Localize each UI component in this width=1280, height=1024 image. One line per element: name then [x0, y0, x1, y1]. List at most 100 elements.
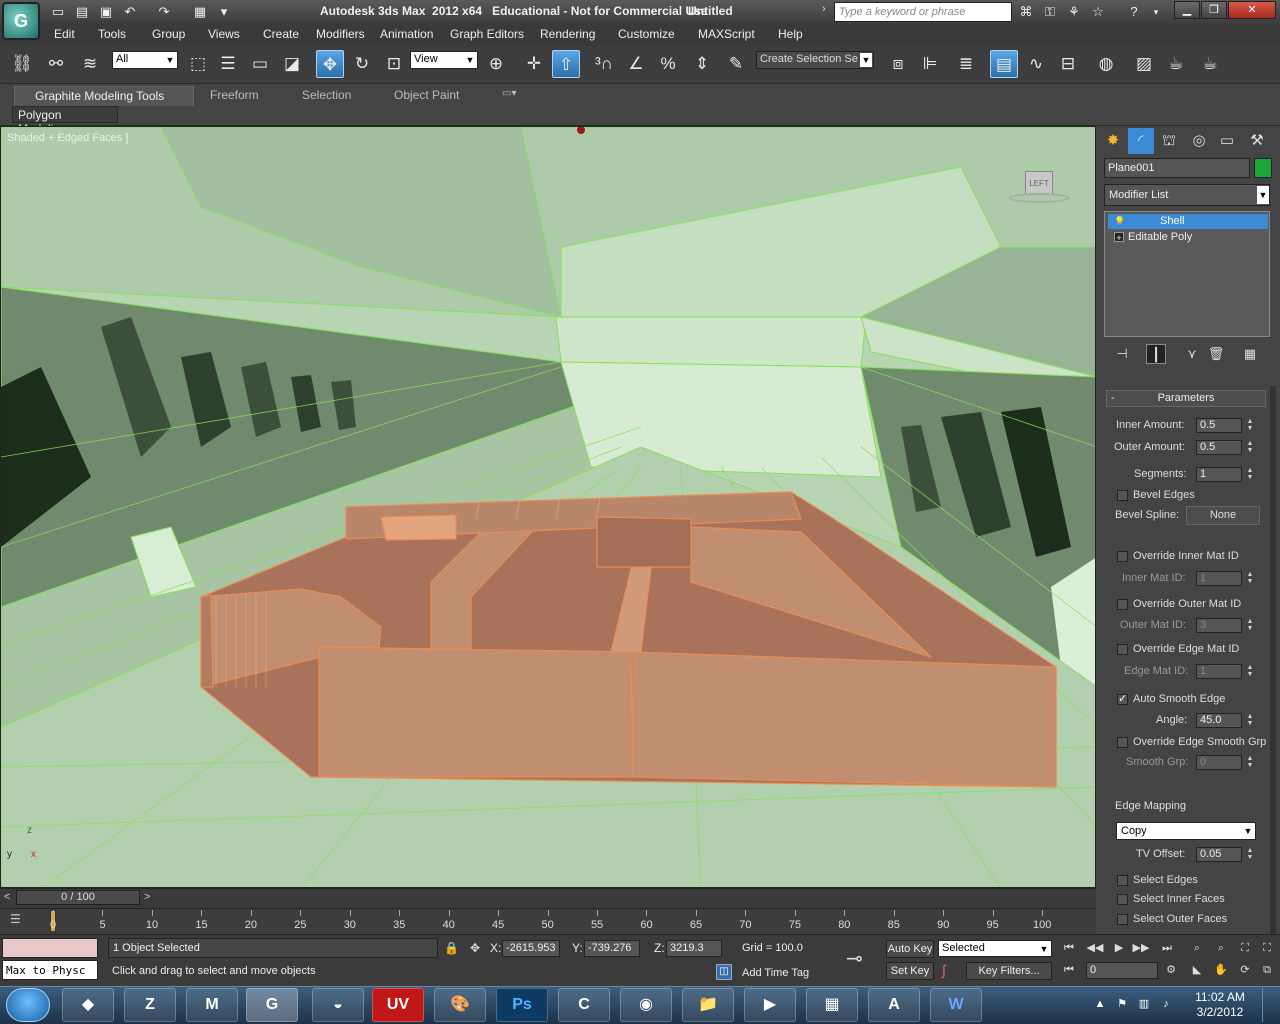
rectangular-selection-icon[interactable]: ▭	[246, 50, 274, 78]
configure-modifier-sets-icon[interactable]: ▦	[1240, 344, 1260, 364]
taskbar-maya[interactable]: M	[186, 988, 238, 1022]
tray-expand-icon[interactable]: ▲	[1092, 996, 1108, 1012]
orbit-icon[interactable]: ⟳	[1236, 962, 1254, 978]
auto-key-button[interactable]: Auto Key	[886, 940, 934, 958]
minimize-button[interactable]: ▁	[1174, 1, 1200, 19]
z-coordinate-field[interactable]: 3219.3	[666, 940, 722, 957]
application-button[interactable]: G	[2, 2, 40, 40]
named-selection-set-dropdown[interactable]: Create Selection Se ▼	[756, 51, 874, 69]
open-file-icon[interactable]: ▤	[72, 3, 92, 21]
spinner-arrows-icon[interactable]: ▲ ▼	[1245, 440, 1255, 455]
taskbar-player[interactable]: ▶	[744, 988, 796, 1022]
display-tab-icon[interactable]: ▭	[1214, 128, 1240, 154]
object-color-swatch[interactable]	[1254, 158, 1272, 178]
taskbar-zbrush[interactable]: Z	[124, 988, 176, 1022]
select-and-move-icon[interactable]: ✥	[316, 50, 344, 78]
modifier-list-dropdown[interactable]: Modifier List	[1104, 184, 1270, 206]
spinner-arrows-icon[interactable]: ▲ ▼	[1245, 571, 1255, 586]
outer-amount-spinner[interactable]: 0.5	[1196, 440, 1242, 455]
zoom-extents-all-icon[interactable]: ⛶	[1258, 940, 1276, 956]
angle-snap-icon[interactable]: ∠	[622, 50, 650, 78]
network-icon[interactable]: ▥	[1136, 996, 1152, 1012]
project-folder-icon[interactable]: ▦	[190, 3, 210, 21]
spinner-arrows-icon[interactable]: ▲ ▼	[1245, 418, 1255, 433]
taskbar-photoshop[interactable]: Ps	[496, 988, 548, 1022]
volume-icon[interactable]: ♪	[1158, 996, 1174, 1012]
select-edges-checkbox[interactable]	[1117, 875, 1128, 886]
taskbar-camtasia[interactable]: C	[558, 988, 610, 1022]
key-mode-toggle-icon[interactable]: ⏮	[1060, 962, 1078, 978]
percent-snap-icon[interactable]: %	[654, 50, 682, 78]
menu-modifiers[interactable]: Modifiers	[316, 27, 365, 41]
taskbar-word[interactable]: W	[930, 988, 982, 1022]
layer-manager-icon[interactable]: ≣	[952, 50, 980, 78]
add-time-tag[interactable]: Add Time Tag	[742, 967, 809, 979]
override-edge-smooth-checkbox[interactable]	[1117, 737, 1128, 748]
angle-spinner[interactable]: 45.0	[1196, 713, 1242, 728]
time-slider[interactable]	[0, 888, 1096, 908]
taskbar-wordpad[interactable]: A	[868, 988, 920, 1022]
select-and-rotate-icon[interactable]: ↻	[348, 50, 376, 78]
smooth-grp-spinner[interactable]: 0	[1196, 755, 1242, 770]
select-by-name-icon[interactable]: ☰	[214, 50, 242, 78]
default-in-out-tangent-icon[interactable]: ∫	[942, 962, 946, 978]
x-coordinate-field[interactable]: -2615.953	[502, 940, 560, 957]
key-filters-button[interactable]: Key Filters...	[966, 962, 1052, 980]
menu-help[interactable]: Help	[778, 27, 803, 41]
chevron-down-icon[interactable]: ▼	[1257, 186, 1269, 204]
edge-mapping-dropdown[interactable]: Copy ▼	[1116, 822, 1256, 840]
undo-icon[interactable]: ↶	[120, 3, 140, 21]
menu-graph-editors[interactable]: Graph Editors	[450, 27, 524, 41]
select-and-manipulate-icon[interactable]: ✛	[520, 50, 548, 78]
menu-group[interactable]: Group	[152, 27, 185, 41]
window-crossing-icon[interactable]: ◪	[278, 50, 306, 78]
inner-mat-spinner[interactable]: 1	[1196, 571, 1242, 586]
object-name-field[interactable]: Plane001	[1104, 158, 1250, 178]
tab-object-paint[interactable]: Object Paint	[394, 88, 459, 105]
polygon-modeling-panel[interactable]: Polygon Modeling	[12, 106, 118, 136]
segments-spinner[interactable]: 1	[1196, 467, 1242, 482]
field-of-view-icon[interactable]: ◣	[1188, 962, 1206, 978]
expand-icon[interactable]: +	[1114, 232, 1124, 243]
modifier-stack[interactable]: 💡 Shell + Editable Poly	[1104, 211, 1270, 337]
select-and-link-icon[interactable]: ⛓	[8, 50, 36, 78]
selection-filter-dropdown[interactable]: All ▼	[112, 51, 178, 69]
show-desktop-button[interactable]	[1262, 988, 1278, 1022]
pin-stack-icon[interactable]: ⊣	[1112, 344, 1132, 364]
keyboard-shortcut-override-icon[interactable]: ⇧	[552, 50, 580, 78]
mirror-icon[interactable]: ⧈	[884, 50, 912, 78]
viewcube[interactable]: LEFT	[1009, 167, 1069, 207]
taskbar-explorer[interactable]: 📁	[682, 988, 734, 1022]
current-frame-field[interactable]: 0	[1086, 962, 1158, 979]
unlink-selection-icon[interactable]: ⚯	[42, 50, 70, 78]
rendered-frame-window-icon[interactable]: ☕	[1162, 50, 1190, 78]
make-unique-icon[interactable]: ⋎	[1182, 344, 1202, 364]
redo-icon[interactable]: ↷	[154, 3, 174, 21]
bind-to-space-warp-icon[interactable]: ≋	[76, 50, 104, 78]
communication-center-icon[interactable]: ⚘	[1064, 3, 1084, 21]
maxscript-mini-listener-output[interactable]	[2, 938, 98, 958]
spinner-arrows-icon[interactable]: ▲ ▼	[1245, 755, 1255, 770]
outer-mat-spinner[interactable]: 3	[1196, 618, 1242, 633]
new-file-icon[interactable]: ▭	[48, 3, 68, 21]
zoom-extents-icon[interactable]: ⛶	[1236, 940, 1254, 956]
set-key-icon[interactable]: ⊸	[846, 946, 863, 971]
maxscript-mini-listener-input[interactable]: Max to Physc	[2, 960, 98, 980]
graphite-toggle-icon[interactable]: ▤	[990, 50, 1018, 78]
select-object-icon[interactable]: ⬚	[184, 50, 212, 78]
ribbon-options-icon[interactable]: ▭▾	[502, 88, 526, 105]
show-end-result-icon[interactable]: ┃	[1146, 344, 1166, 364]
save-file-icon[interactable]: ▣	[96, 3, 116, 21]
quick-access-dropdown-icon[interactable]: ▾	[214, 3, 234, 21]
subscription-icon[interactable]: ⚿	[1040, 3, 1060, 21]
menu-views[interactable]: Views	[208, 27, 240, 41]
override-edge-mat-checkbox[interactable]	[1117, 644, 1128, 655]
create-tab-icon[interactable]: ✸	[1100, 128, 1126, 154]
parameters-rollout-header[interactable]: - Parameters	[1106, 390, 1266, 407]
search-expand-icon[interactable]: ›	[822, 3, 826, 15]
render-production-icon[interactable]: ☕	[1196, 50, 1224, 78]
utilities-tab-icon[interactable]: ⚒	[1244, 128, 1270, 154]
menu-edit[interactable]: Edit	[54, 27, 75, 41]
lock-selection-icon[interactable]: 🔒	[444, 941, 459, 955]
motion-tab-icon[interactable]: ◎	[1186, 128, 1212, 154]
